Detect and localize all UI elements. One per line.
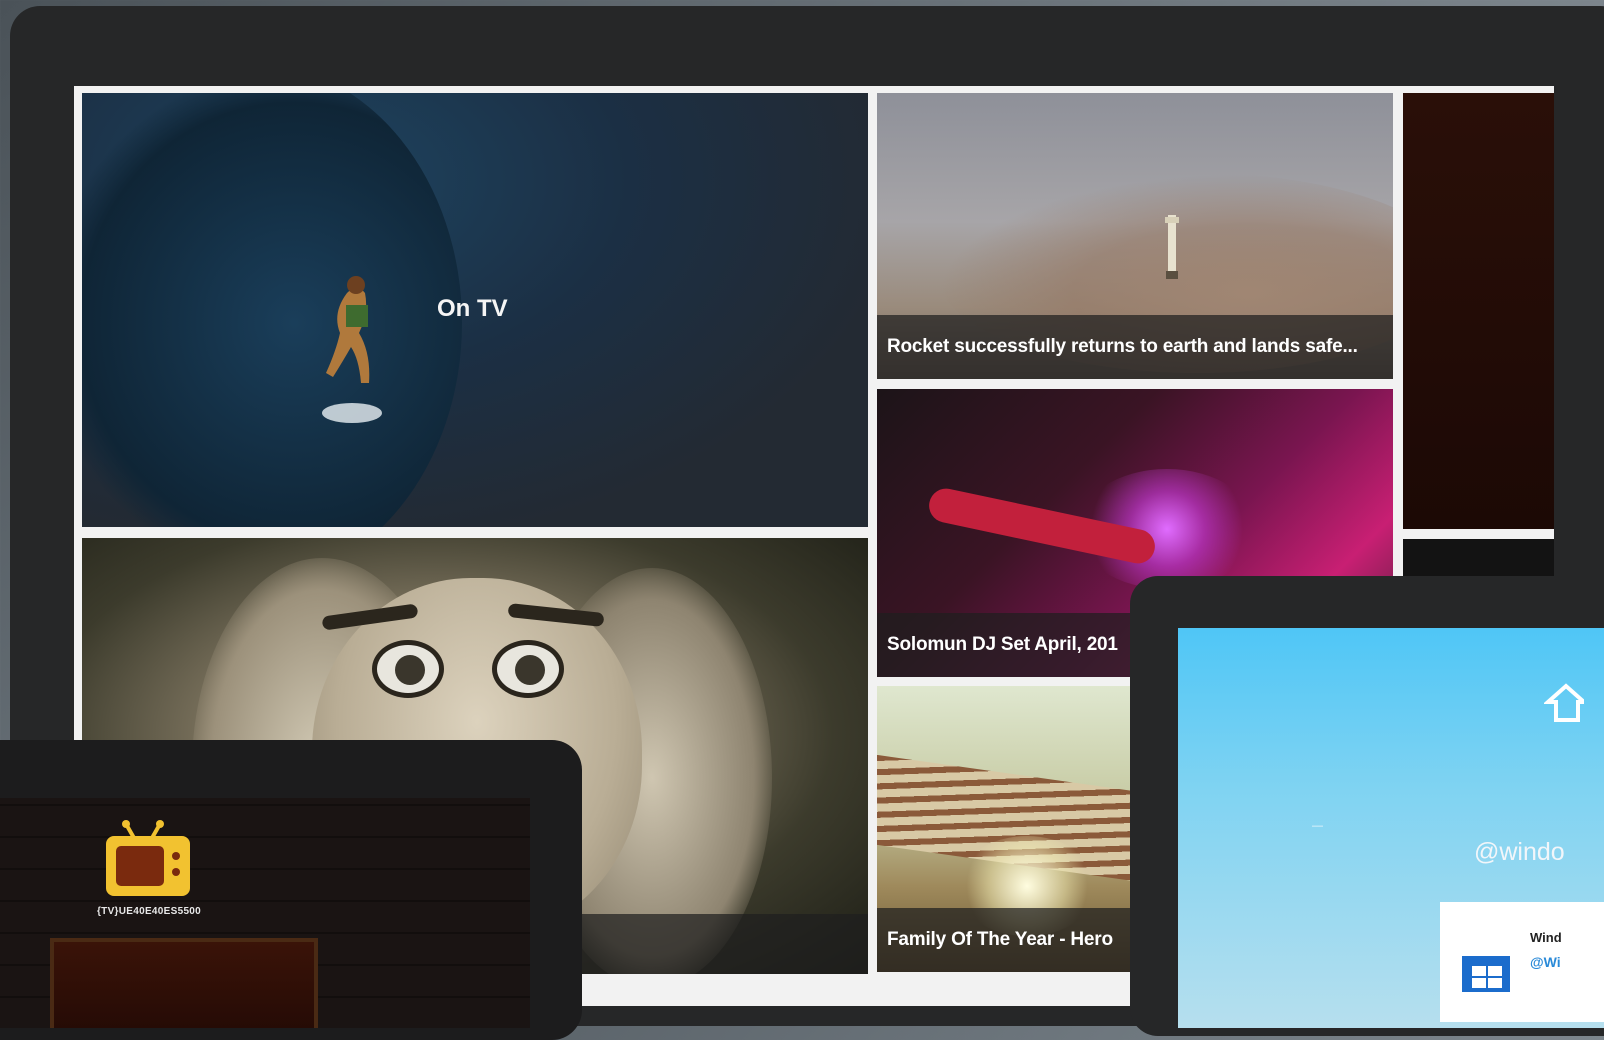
pane [1488, 966, 1502, 976]
tv-model-text: {TV}UE40E40ES5500 [96, 906, 202, 917]
rocket-video-tile[interactable]: Rocket successfully returns to earth and… [877, 93, 1393, 379]
fireplace-image [50, 938, 318, 1028]
rocket-video-caption: Rocket successfully returns to earth and… [877, 315, 1393, 379]
home-icon[interactable] [1544, 682, 1584, 722]
windows-logo-icon [1462, 956, 1510, 992]
pane [1472, 978, 1486, 988]
eye-left [372, 640, 444, 698]
tweet-author-handle: @Wi [1530, 954, 1561, 970]
rocket-image [1165, 215, 1179, 279]
pupil-right [515, 655, 545, 685]
bird-icon: — [1312, 820, 1323, 832]
twitter-handle: @windo [1474, 838, 1565, 866]
eye-right [492, 640, 564, 698]
retro-tv-icon[interactable] [104, 818, 192, 900]
pupil-left [395, 655, 425, 685]
pane [1472, 966, 1486, 976]
tweet-author-name: Wind [1530, 930, 1562, 945]
surfer-image [322, 276, 382, 423]
on-tv-tile[interactable]: On TV [82, 93, 868, 527]
on-tv-label: On TV [437, 295, 508, 322]
pane [1488, 978, 1502, 988]
partial-video-tile[interactable] [1403, 93, 1554, 529]
